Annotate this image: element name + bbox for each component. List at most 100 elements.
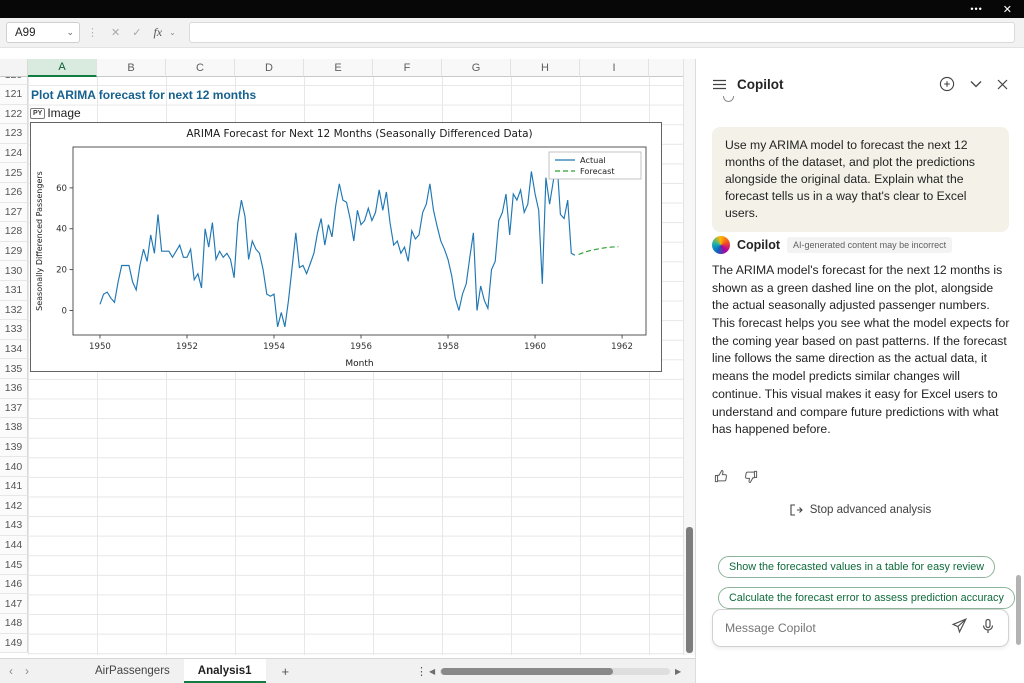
row-header-124[interactable]: 124 <box>0 144 28 164</box>
formula-input[interactable] <box>189 22 1015 43</box>
row-header-126[interactable]: 126 <box>0 183 28 203</box>
row-header-120[interactable]: 120 <box>0 77 28 85</box>
row-header-146[interactable]: 146 <box>0 575 28 595</box>
row-header-132[interactable]: 132 <box>0 301 28 321</box>
collapse-pane-chevron-down-icon[interactable] <box>970 80 982 88</box>
sheet-options-kebab-icon[interactable]: ⋮ <box>416 659 427 683</box>
row-header-127[interactable]: 127 <box>0 203 28 223</box>
grid-horizontal-scrollbar[interactable] <box>440 668 670 675</box>
column-header-d[interactable]: D <box>235 59 304 77</box>
arima-forecast-chart[interactable]: 19501952195419561958196019620204060ARIMA… <box>30 122 662 372</box>
row-header-145[interactable]: 145 <box>0 555 28 575</box>
insert-function-icon[interactable]: fx <box>153 25 162 40</box>
svg-text:0: 0 <box>62 306 67 316</box>
window-titlebar: ••• ✕ <box>0 0 1024 18</box>
stop-advanced-analysis-label: Stop advanced analysis <box>810 504 931 516</box>
sheet-tab-airpassengers[interactable]: AirPassengers <box>81 659 184 683</box>
svg-text:1962: 1962 <box>611 342 633 352</box>
select-all-corner[interactable] <box>0 59 28 77</box>
row-header-136[interactable]: 136 <box>0 379 28 399</box>
column-header-c[interactable]: C <box>166 59 235 77</box>
svg-text:Actual: Actual <box>580 155 606 165</box>
hscroll-right-icon[interactable]: ▶ <box>675 667 681 676</box>
row-header-133[interactable]: 133 <box>0 320 28 340</box>
stop-advanced-analysis-icon <box>789 504 803 516</box>
column-header-partial[interactable] <box>649 59 683 77</box>
svg-text:1954: 1954 <box>263 342 285 352</box>
sheet-tab-analysis1[interactable]: Analysis1 <box>184 659 266 683</box>
row-header-137[interactable]: 137 <box>0 399 28 419</box>
suggestion-chip-forecast-table[interactable]: Show the forecasted values in a table fo… <box>718 556 995 578</box>
thumbs-up-icon[interactable] <box>714 469 729 489</box>
grid-vertical-scrollbar[interactable] <box>683 59 695 655</box>
formula-bar: A99 ⌄ ⋮ ✕ ✓ fx ⌄ <box>0 18 1024 48</box>
formula-cancel-icon[interactable]: ✕ <box>111 26 120 39</box>
column-header-f[interactable]: F <box>373 59 442 77</box>
column-header-e[interactable]: E <box>304 59 373 77</box>
grid-horizontal-scrollbar-thumb[interactable] <box>441 668 613 675</box>
row-header-130[interactable]: 130 <box>0 261 28 281</box>
row-header-129[interactable]: 129 <box>0 242 28 262</box>
row-header-134[interactable]: 134 <box>0 340 28 360</box>
row-header-121[interactable]: 121 <box>0 85 28 105</box>
row-header-138[interactable]: 138 <box>0 418 28 438</box>
row-header-140[interactable]: 140 <box>0 457 28 477</box>
row-header-142[interactable]: 142 <box>0 496 28 516</box>
row-header-123[interactable]: 123 <box>0 124 28 144</box>
grid-vertical-scrollbar-thumb[interactable] <box>686 527 693 653</box>
svg-text:Month: Month <box>345 359 373 369</box>
row-headers: 1201211221231241251261271281291301311321… <box>0 77 28 655</box>
svg-text:60: 60 <box>56 184 67 194</box>
svg-text:1950: 1950 <box>89 342 111 352</box>
row-header-139[interactable]: 139 <box>0 438 28 458</box>
copilot-message-input[interactable]: Message Copilot <box>712 609 1009 647</box>
arima-chart-svg: 19501952195419561958196019620204060ARIMA… <box>31 123 661 371</box>
stop-advanced-analysis-button[interactable]: Stop advanced analysis <box>696 504 1024 516</box>
close-pane-icon[interactable] <box>997 79 1008 90</box>
row-header-149[interactable]: 149 <box>0 634 28 654</box>
row-header-131[interactable]: 131 <box>0 281 28 301</box>
formula-enter-icon[interactable]: ✓ <box>132 26 141 39</box>
add-sheet-button[interactable]: + <box>266 659 306 683</box>
column-header-i[interactable]: I <box>580 59 649 77</box>
row-header-148[interactable]: 148 <box>0 614 28 634</box>
thumbs-down-icon[interactable] <box>743 469 758 489</box>
hamburger-menu-icon[interactable] <box>712 78 727 91</box>
svg-text:Seasonally Differenced Passeng: Seasonally Differenced Passengers <box>35 171 44 311</box>
copilot-pane: Copilot Use my ARIMA model to forecast t… <box>695 59 1024 683</box>
copilot-header: Copilot <box>696 73 1024 95</box>
row-header-147[interactable]: 147 <box>0 594 28 614</box>
new-chat-icon[interactable] <box>939 76 955 92</box>
microphone-icon[interactable] <box>980 618 996 639</box>
send-message-icon[interactable] <box>951 617 968 639</box>
column-header-a[interactable]: A <box>28 59 97 77</box>
sheet-nav-right-icon[interactable]: › <box>25 664 29 678</box>
formula-bar-divider-icon: ⋮ <box>87 26 98 39</box>
window-close-icon[interactable]: ✕ <box>1003 3 1012 16</box>
suggestion-chips: Show the forecasted values in a table fo… <box>718 556 1015 609</box>
row-header-144[interactable]: 144 <box>0 536 28 556</box>
copilot-avatar <box>712 236 730 254</box>
row-header-122[interactable]: 122 <box>0 105 28 125</box>
svg-text:1958: 1958 <box>437 342 459 352</box>
column-header-b[interactable]: B <box>97 59 166 77</box>
ai-disclaimer-badge: AI-generated content may be incorrect <box>787 237 952 253</box>
cell-a121-heading[interactable]: Plot ARIMA forecast for next 12 months <box>31 88 256 102</box>
row-header-125[interactable]: 125 <box>0 163 28 183</box>
row-header-143[interactable]: 143 <box>0 516 28 536</box>
name-box-chevron-down-icon[interactable]: ⌄ <box>66 27 74 38</box>
column-header-h[interactable]: H <box>511 59 580 77</box>
svg-text:1956: 1956 <box>350 342 372 352</box>
row-header-128[interactable]: 128 <box>0 222 28 242</box>
sheet-nav-left-icon[interactable]: ‹ <box>9 664 13 678</box>
window-more-icon[interactable]: ••• <box>970 4 982 14</box>
copilot-pane-scrollbar-thumb[interactable] <box>1016 575 1021 645</box>
row-header-141[interactable]: 141 <box>0 477 28 497</box>
row-header-135[interactable]: 135 <box>0 359 28 379</box>
column-header-g[interactable]: G <box>442 59 511 77</box>
suggestion-chip-forecast-error[interactable]: Calculate the forecast error to assess p… <box>718 587 1015 609</box>
name-box[interactable]: A99 ⌄ <box>6 22 80 43</box>
hscroll-left-icon[interactable]: ◀ <box>429 667 435 676</box>
cell-a122[interactable]: PY Image <box>30 106 81 120</box>
formula-chevron-down-icon[interactable]: ⌄ <box>169 28 176 37</box>
